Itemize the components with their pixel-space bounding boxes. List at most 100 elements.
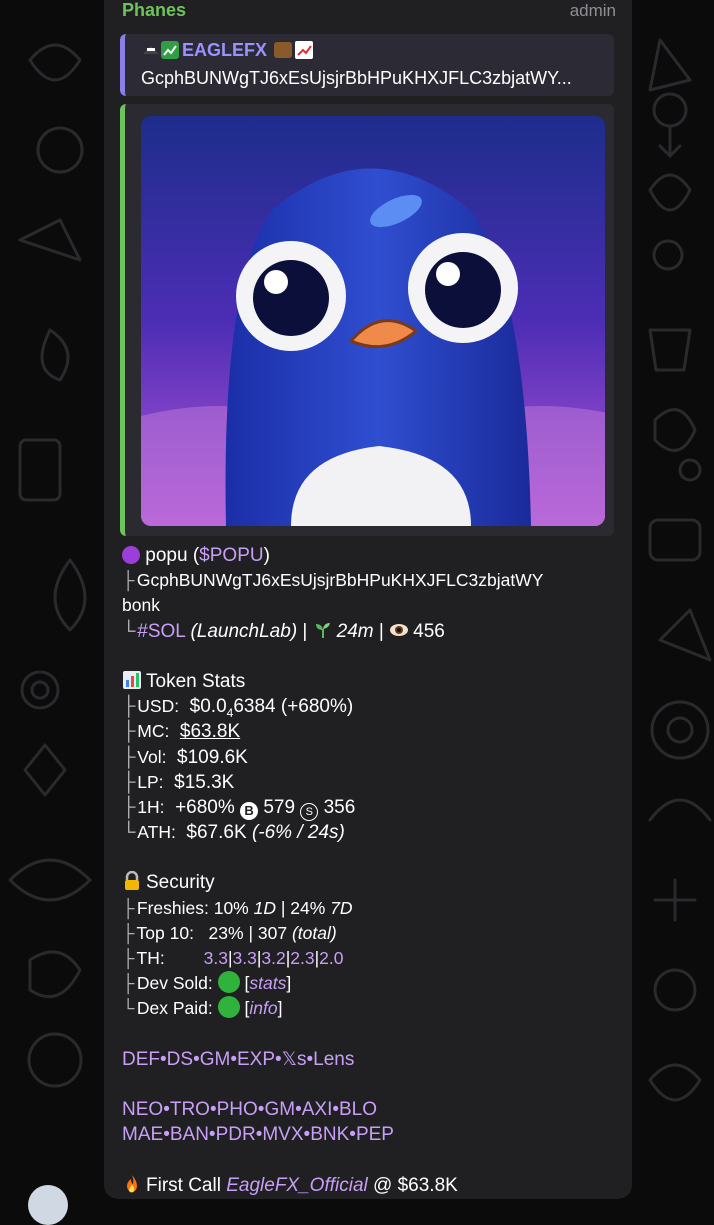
sec-th-row: ├ TH: 3.3|3.3|3.2|2.3|2.0: [122, 948, 344, 968]
sells-count: 356: [323, 796, 356, 818]
sec-top10-label: Top 10:: [136, 922, 194, 943]
token-age: 24m: [336, 620, 374, 642]
purple-circle-icon: [122, 546, 140, 564]
th-value-link[interactable]: 3.2: [261, 948, 285, 968]
th-value-link[interactable]: 3.3: [204, 948, 228, 968]
links-row-3: MAE•BAN•PDR•MVX•BNK•PEP: [122, 1124, 394, 1146]
fire-icon: [127, 1174, 137, 1193]
token-address-1[interactable]: GcphBUNWgTJ6xEsUjsjrBbHPuKHXJFLC3zbjatWY: [137, 570, 544, 590]
stat-mc-row: ├ MC: $63.8K: [122, 721, 241, 743]
sec-freshies-a-period: 1D: [253, 897, 276, 918]
reply-text: GcphBUNWgTJ6xEsUjsjrBbHPuKHXJFLC3zbjatWY…: [141, 68, 572, 88]
links-row-1: DEF•DS•GM•EXP•𝕏s•Lens: [122, 1048, 355, 1070]
first-call-at: @ $63.8K: [373, 1174, 458, 1196]
briefcase-icon: [274, 42, 293, 58]
sender-name[interactable]: Phanes: [122, 0, 186, 21]
sec-top10-pct: 23%: [208, 922, 244, 943]
chain-hashtag[interactable]: #SOL: [137, 621, 185, 642]
link-axi[interactable]: AXI: [302, 1099, 333, 1120]
media-container[interactable]: [120, 104, 614, 536]
token-meta-row: └ #SOL (LaunchLab) | 24m | 456: [122, 619, 622, 644]
links-row-2: NEO•TRO•PHO•GM•AXI•BLO: [122, 1099, 378, 1121]
stat-vol-value: $109.6K: [177, 746, 248, 768]
green-circle-icon: [217, 971, 240, 994]
sec-freshies-b-period: 7D: [330, 897, 353, 918]
token-ticker-link[interactable]: $POPU: [199, 545, 263, 566]
stat-1h-label: 1H:: [137, 796, 165, 817]
link-mvx[interactable]: MVX: [262, 1124, 303, 1145]
devsold-stats-link[interactable]: stats: [249, 973, 286, 993]
link-def[interactable]: DEF: [122, 1049, 160, 1070]
message-header: Phanes admin: [104, 0, 632, 24]
buys-count: 579: [263, 796, 296, 818]
link-pho[interactable]: PHO: [217, 1099, 258, 1120]
link-lens[interactable]: Lens: [313, 1049, 354, 1070]
stat-ath-label: ATH:: [137, 822, 176, 843]
token-address-2[interactable]: bonk: [122, 595, 160, 615]
stat-lp-value: $15.3K: [174, 771, 235, 793]
sec-th-label: TH:: [136, 948, 165, 968]
stat-vol-row: ├ Vol: $109.6K: [122, 746, 248, 768]
link-exp[interactable]: EXP: [237, 1049, 275, 1070]
th-value-link[interactable]: 2.3: [290, 948, 314, 968]
security-heading-row: Security: [122, 870, 622, 895]
link-xs[interactable]: 𝕏s: [282, 1049, 307, 1070]
stat-ath-value: $67.6K: [186, 822, 247, 844]
sec-dexpaid-label: Dex Paid:: [136, 998, 213, 1019]
chart-up-icon: [295, 41, 314, 59]
message-bubble: Phanes admin EAGLEFX GcphBUNWgTJ6xEsUjsj…: [104, 0, 632, 1199]
stat-ath-row: └ ATH: $67.6K (-6% / 24s): [122, 822, 345, 844]
link-ban[interactable]: BAN: [170, 1124, 209, 1145]
link-neo[interactable]: NEO: [122, 1099, 163, 1120]
stat-usd-label: USD:: [137, 696, 180, 717]
sells-icon: S: [300, 802, 319, 821]
dexpaid-info-link[interactable]: info: [249, 998, 277, 1018]
security-heading: Security: [146, 872, 215, 894]
chart-up-green-icon: [161, 41, 179, 59]
eye-icon: [390, 623, 409, 636]
ninja-icon: [141, 42, 161, 58]
green-circle-icon: [217, 996, 240, 1019]
link-pep[interactable]: PEP: [356, 1124, 394, 1145]
link-ds[interactable]: DS: [167, 1049, 193, 1070]
stat-usd-value: $0.046384 (+680%): [189, 696, 354, 720]
tree-end-icon: └: [122, 620, 136, 642]
stat-mc-value[interactable]: $63.8K: [180, 721, 240, 742]
stat-1h-value: +680%: [175, 796, 235, 818]
sec-dexpaid-row: └ Dex Paid: [info]: [122, 996, 283, 1019]
token-ticker: ($POPU): [192, 545, 270, 566]
stat-1h-row: ├ 1H: +680% B 579 S 356: [122, 795, 622, 821]
tree-branch-icon: ├: [122, 570, 135, 591]
seedling-icon: [315, 622, 330, 638]
sec-freshies-a: 10%: [213, 897, 249, 918]
first-call-row: First Call EagleFX_Official @ $63.8K: [122, 1173, 622, 1198]
reply-title: EAGLEFX: [141, 40, 314, 61]
sec-devsold-row: ├ Dev Sold: [stats]: [122, 971, 292, 994]
link-tro[interactable]: TRO: [170, 1099, 210, 1120]
lock-icon: [125, 871, 139, 891]
link-gm-2[interactable]: GM: [264, 1099, 295, 1120]
sec-top10-note: (total): [291, 922, 337, 943]
sec-devsold-label: Dev Sold:: [136, 973, 213, 994]
message-body: popu ($POPU) ├ GcphBUNWgTJ6xEsUjsjrBbHPu…: [122, 543, 622, 1198]
penguin-image[interactable]: [141, 116, 605, 526]
sec-top10-count: 307: [257, 922, 288, 943]
th-value-link[interactable]: 2.0: [319, 948, 343, 968]
stat-lp-row: ├ LP: $15.3K: [122, 771, 235, 793]
stats-heading-row: Token Stats: [122, 669, 622, 694]
link-mae[interactable]: MAE: [122, 1124, 163, 1145]
sec-freshies-b: 24%: [290, 897, 326, 918]
stat-lp-label: LP:: [137, 771, 164, 792]
th-value-link[interactable]: 3.3: [233, 948, 257, 968]
avatar[interactable]: [28, 1185, 68, 1225]
link-gm[interactable]: GM: [200, 1049, 231, 1070]
link-blo[interactable]: BLO: [339, 1099, 377, 1120]
token-name: popu: [145, 545, 188, 566]
sec-freshies-row: ├ Freshies: 10% 1D | 24% 7D: [122, 897, 353, 918]
first-call-caller[interactable]: EagleFX_Official: [226, 1175, 368, 1196]
link-pdr[interactable]: PDR: [216, 1124, 256, 1145]
reply-title-text: EAGLEFX: [182, 40, 268, 60]
stat-vol-label: Vol:: [137, 746, 167, 767]
reply-preview[interactable]: EAGLEFX GcphBUNWgTJ6xEsUjsjrBbHPuKHXJFLC…: [120, 34, 614, 96]
link-bnk[interactable]: BNK: [310, 1124, 349, 1145]
